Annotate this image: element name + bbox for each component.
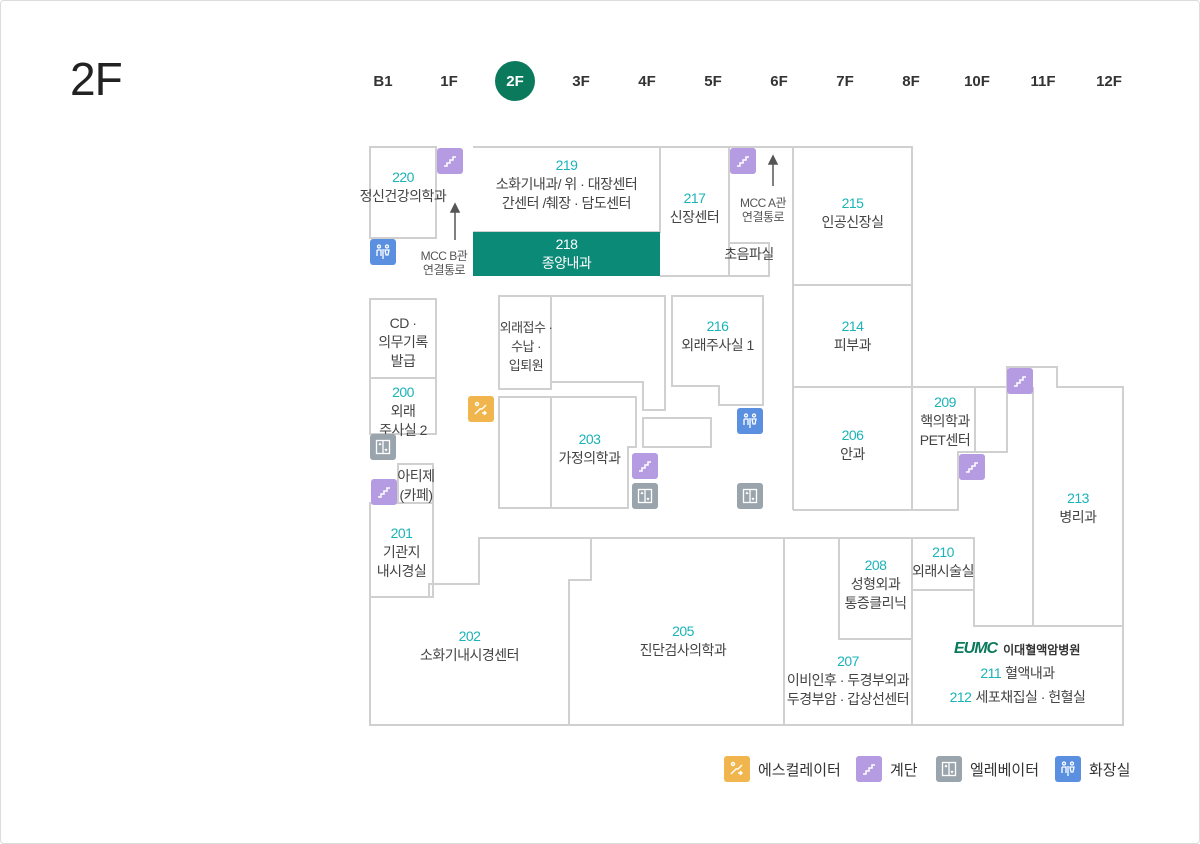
room-219[interactable]: 219 소화기내과/ 위 · 대장센터 간센터 /췌장 · 담도센터 — [473, 156, 660, 213]
escalator-icon[interactable] — [468, 396, 494, 422]
room-207[interactable]: 207 이비인후 · 두경부외과 두경부암 · 갑상선센터 — [784, 652, 912, 709]
legend-label: 엘레베이터 — [970, 761, 1040, 779]
legend-label: 화장실 — [1089, 761, 1131, 779]
legend-stairs: 계단 — [856, 756, 918, 782]
mcc-b-passage: MCC B관 연결통로 — [420, 249, 468, 277]
room-205[interactable]: 205 진단검사의학과 — [591, 622, 775, 660]
room-216[interactable]: 216 외래주사실 1 — [672, 317, 763, 355]
elevator-icon — [936, 756, 962, 782]
room-200[interactable]: 200 외래 주사실 2 — [370, 383, 436, 440]
stairs-icon — [856, 756, 882, 782]
restroom-icon — [1055, 756, 1081, 782]
restroom-icon[interactable] — [737, 408, 763, 434]
room-206[interactable]: 206 안과 — [793, 426, 912, 464]
stairs-icon[interactable] — [959, 454, 985, 480]
room-220[interactable]: 220 정신건강의학과 — [355, 168, 451, 206]
stairs-icon[interactable] — [371, 479, 397, 505]
room-202[interactable]: 202 소화기내시경센터 — [370, 627, 569, 665]
room-211[interactable]: 211 혈액내과 — [912, 664, 1123, 683]
room-reception[interactable]: 외래접수 · 수납 · 입퇴원 — [497, 318, 555, 375]
room-201[interactable]: 201 기관지 내시경실 — [370, 524, 433, 581]
stairs-icon[interactable] — [632, 453, 658, 479]
room-213[interactable]: 213 병리과 — [1033, 489, 1123, 527]
room-217[interactable]: 217 신장센터 — [660, 189, 729, 227]
room-208[interactable]: 208 성형외과 통증클리닉 — [839, 556, 912, 613]
room-215[interactable]: 215 인공신장실 — [793, 194, 912, 232]
legend-elevator: 엘레베이터 — [936, 756, 1039, 782]
room-ultrasound[interactable]: 초음파실 — [716, 245, 782, 264]
room-203[interactable]: 203 가정의학과 — [551, 430, 628, 468]
room-214[interactable]: 214 피부과 — [793, 317, 912, 355]
mcc-a-passage: MCC A관 연결통로 — [739, 196, 787, 224]
floor-plan — [369, 146, 1124, 726]
room-cd-records[interactable]: CD · 의무기록 발급 — [370, 314, 436, 371]
eumc-logo: EUMC 이대혈액암병원 — [954, 640, 1081, 657]
room-cafe[interactable]: 아티제 (카페) — [396, 467, 436, 505]
escalator-icon — [724, 756, 750, 782]
legend-label: 에스컬레이터 — [758, 761, 841, 779]
legend-label: 계단 — [890, 761, 918, 779]
room-218[interactable]: 218 종양내과 — [473, 235, 660, 273]
elevator-icon[interactable] — [737, 483, 763, 509]
stairs-icon[interactable] — [437, 148, 463, 174]
room-212[interactable]: 212 세포채집실 · 헌혈실 — [912, 688, 1123, 707]
elevator-icon[interactable] — [370, 434, 396, 460]
elevator-icon[interactable] — [632, 483, 658, 509]
stairs-icon[interactable] — [1007, 368, 1033, 394]
legend-escalator: 에스컬레이터 — [724, 756, 841, 782]
room-209[interactable]: 209 핵의학과 PET센터 — [912, 393, 978, 450]
legend-restroom: 화장실 — [1055, 756, 1130, 782]
stairs-icon[interactable] — [730, 148, 756, 174]
room-210[interactable]: 210 외래시술실 — [908, 543, 978, 581]
restroom-icon[interactable] — [370, 239, 396, 265]
